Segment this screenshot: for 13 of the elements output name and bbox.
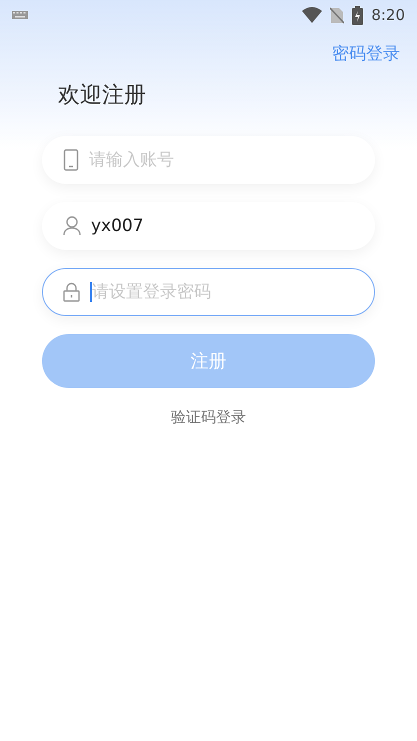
text-field[interactable]: yx007 <box>42 202 375 250</box>
no-sim-icon <box>330 6 344 24</box>
sms-code-login-link[interactable]: 验证码登录 <box>0 408 417 427</box>
battery-charging-icon <box>352 6 364 24</box>
password-login-link[interactable]: 密码登录 <box>332 42 400 72</box>
input-field[interactable]: yx007 <box>91 216 354 236</box>
status-time: 8:20 <box>371 6 405 24</box>
page-title: 欢迎注册 <box>58 82 147 110</box>
wifi-icon <box>302 7 322 23</box>
phone-icon <box>63 149 79 171</box>
keyboard-icon <box>12 11 28 19</box>
user-icon <box>63 216 81 236</box>
lock-icon <box>63 282 80 302</box>
